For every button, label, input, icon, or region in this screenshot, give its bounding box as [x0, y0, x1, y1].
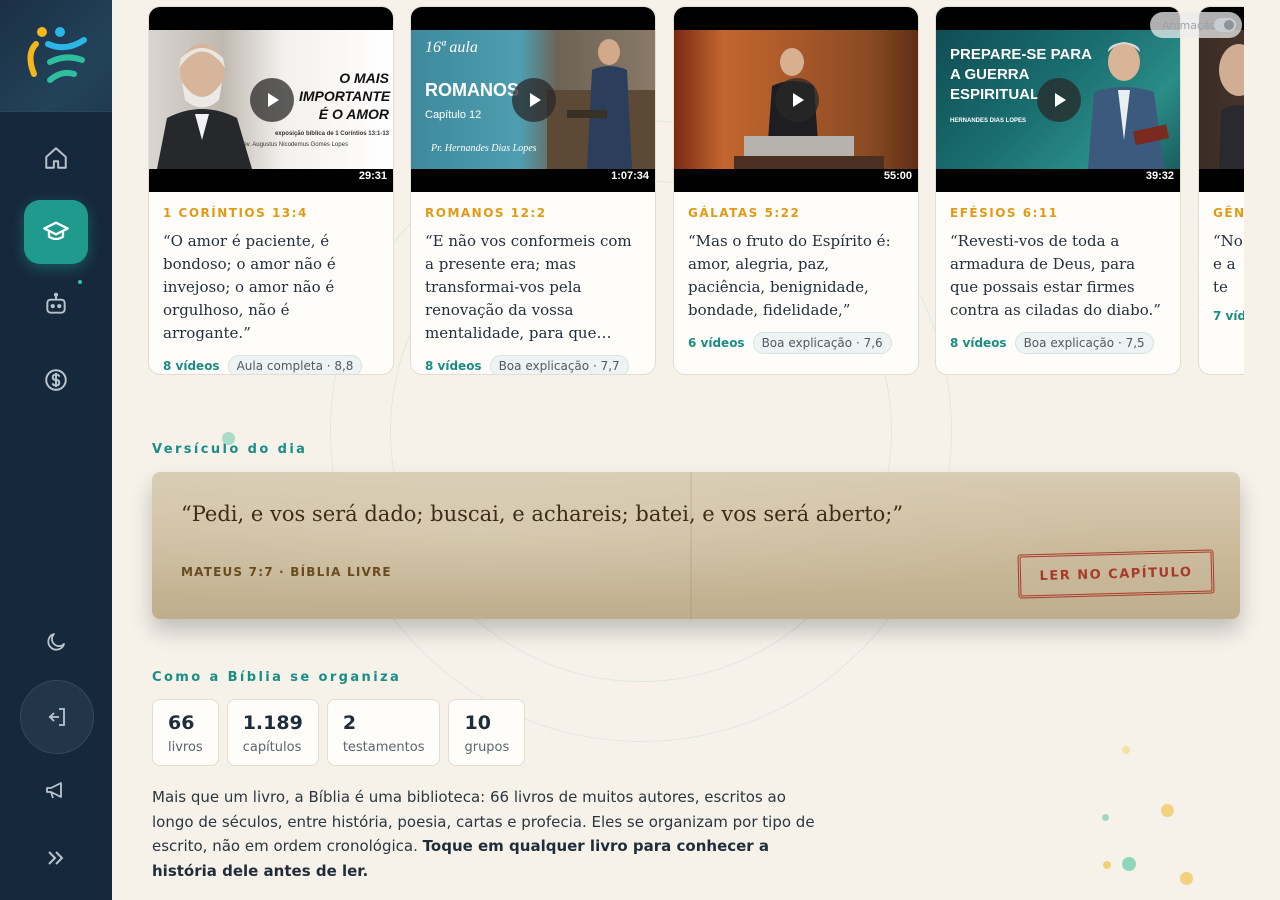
verse-quote: “E não vos conformeis com a presente era…: [425, 232, 632, 342]
section-title-organization: Como a Bíblia se organiza: [152, 670, 402, 685]
thumbnail-title: ROMANOS: [425, 80, 519, 100]
sidebar: [0, 0, 112, 900]
video-card[interactable]: 55:00 Gálatas 5:22 “Mas o fruto do Espír…: [673, 6, 919, 375]
thumbnail-author: Pr. Hernandes Dias Lopes: [431, 143, 537, 154]
quality-badge: Boa explicação · 7,7: [489, 355, 629, 374]
decorative-dot: [1180, 872, 1193, 885]
verse-reference: Efésios 6:11: [950, 206, 1059, 220]
dollar-coin-icon: [45, 369, 67, 391]
decorative-dot: [222, 432, 235, 445]
quality-badge: Boa explicação · 7,5: [1014, 332, 1154, 354]
video-thumbnail[interactable]: 55:00: [674, 7, 918, 192]
logout-button[interactable]: [20, 680, 94, 754]
speaker-photo: [157, 44, 252, 169]
verse-reference: Gên: [1213, 206, 1244, 220]
video-count[interactable]: 6 vídeos: [688, 336, 745, 350]
graduation-cap-icon: [43, 221, 69, 241]
thumbnail-lesson: 16ª aula: [425, 39, 478, 56]
expand-sidebar-button[interactable]: [28, 830, 84, 886]
video-duration: 1:07:34: [611, 170, 649, 182]
animation-toggle-label: Animação: [1162, 18, 1217, 32]
stat-label: testamentos: [342, 740, 425, 755]
verse-text: “Pedi, e vos será dado; buscai, e achare…: [181, 502, 904, 526]
moon-icon: [47, 633, 65, 651]
stat-value: 2: [342, 712, 357, 734]
megaphone-icon: [46, 782, 62, 799]
speaker-photo: [547, 39, 655, 169]
verse-quote: “No e a te: [1213, 232, 1243, 296]
play-icon[interactable]: [775, 78, 819, 122]
video-count[interactable]: 8 vídeos: [163, 359, 220, 373]
thumbnail-image: [1199, 30, 1244, 169]
video-duration: 55:00: [883, 170, 912, 182]
verse-reference: Romanos 12:2: [425, 206, 547, 220]
video-thumbnail[interactable]: O MAIS IMPORTANTE É O AMOR exposição bíb…: [149, 7, 393, 192]
quality-badge: Boa explicação · 7,6: [752, 332, 892, 354]
verse-of-day-card: “Pedi, e vos será dado; buscai, e achare…: [152, 472, 1240, 619]
decorative-dot: [1102, 814, 1109, 821]
stat-value: 10: [464, 712, 491, 734]
video-count[interactable]: 7 víde: [1213, 309, 1244, 323]
announcements-button[interactable]: [28, 762, 84, 818]
sidebar-item-donations[interactable]: [28, 352, 84, 408]
play-icon[interactable]: [1037, 78, 1081, 122]
video-card[interactable]: Gên “No e a te 7 víde: [1198, 6, 1244, 375]
sidebar-item-assistant[interactable]: [28, 276, 84, 332]
stat-label: grupos: [464, 740, 510, 755]
video-count[interactable]: 8 vídeos: [950, 336, 1007, 350]
double-chevron-right-icon: [48, 851, 64, 865]
video-duration: 39:32: [1145, 170, 1174, 182]
verse-quote: “Revesti-vos de toda a armadura de Deus,…: [950, 232, 1161, 319]
sidebar-item-courses[interactable]: [24, 200, 88, 264]
video-thumbnail[interactable]: PREPARE-SE PARA A GUERRA ESPIRITUAL HERN…: [936, 7, 1180, 192]
decorative-dot: [1122, 746, 1130, 754]
speaker-photo: [1219, 44, 1244, 169]
video-thumbnail[interactable]: 16ª aula ROMANOS Capítulo 12 Pr. Hernand…: [411, 7, 655, 192]
sidebar-item-home[interactable]: [28, 130, 84, 186]
animation-toggle[interactable]: Animação: [1150, 12, 1242, 38]
read-chapter-button[interactable]: Ler no capítulo: [1017, 549, 1215, 599]
thumbnail-subtitle: Capítulo 12: [425, 109, 482, 121]
stat-value: 1.189: [242, 712, 303, 734]
verse-reference: 1 Coríntios 13:4: [163, 206, 308, 220]
stat-value: 66: [168, 712, 195, 734]
decorative-dot: [1122, 857, 1136, 871]
stat-groups: 10 grupos: [448, 699, 526, 766]
logout-icon: [48, 708, 65, 726]
thumbnail-author: HERNANDES DIAS LOPES: [950, 118, 1027, 124]
stat-label: livros: [168, 740, 203, 755]
decorative-dot: [1161, 804, 1174, 817]
thumbnail-title: O MAIS IMPORTANTE É O AMOR: [299, 70, 391, 122]
bible-stats: 66 livros 1.189 capítulos 2 testamentos …: [152, 699, 526, 766]
main-content: Animação O MAIS IMPORTANTE É O AMOR expo…: [112, 0, 1280, 900]
verse-reference: Gálatas 5:22: [688, 206, 801, 220]
quality-badge: Aula completa · 8,8: [227, 355, 363, 374]
theme-toggle-button[interactable]: [28, 614, 84, 670]
organization-description: Mais que um livro, a Bíblia é uma biblio…: [152, 785, 832, 883]
decorative-dot: [1103, 861, 1111, 869]
video-card[interactable]: O MAIS IMPORTANTE É O AMOR exposição bíb…: [148, 6, 394, 375]
robot-icon: [46, 292, 66, 314]
stat-label: capítulos: [242, 740, 302, 755]
play-icon[interactable]: [250, 78, 294, 122]
verse-reference: MATEUS 7:7 · BÍBLIA LIVRE: [181, 565, 392, 579]
stat-testaments: 2 testamentos: [326, 699, 441, 766]
video-card[interactable]: PREPARE-SE PARA A GUERRA ESPIRITUAL HERN…: [935, 6, 1181, 375]
thumbnail-author: Rev. Augustus Nicodemus Gomes Lopes: [239, 142, 348, 148]
play-icon[interactable]: [512, 78, 556, 122]
logo-icon: [27, 27, 87, 83]
app-logo[interactable]: [0, 0, 112, 112]
toggle-switch[interactable]: [1214, 18, 1236, 32]
video-card[interactable]: 16ª aula ROMANOS Capítulo 12 Pr. Hernand…: [410, 6, 656, 375]
home-icon: [45, 147, 67, 169]
stat-books: 66 livros: [152, 699, 219, 766]
stat-chapters: 1.189 capítulos: [226, 699, 319, 766]
video-cards-carousel: O MAIS IMPORTANTE É O AMOR exposição bíb…: [148, 6, 1244, 378]
verse-quote: “O amor é paciente, é bondoso; o amor nã…: [163, 232, 336, 342]
verse-quote: “Mas o fruto do Espírito é: amor, alegri…: [688, 232, 891, 319]
video-count[interactable]: 8 vídeos: [425, 359, 482, 373]
thumbnail-subtitle: exposição bíblica de 1 Coríntios 13:1-13: [274, 131, 389, 137]
video-duration: 29:31: [358, 170, 387, 182]
